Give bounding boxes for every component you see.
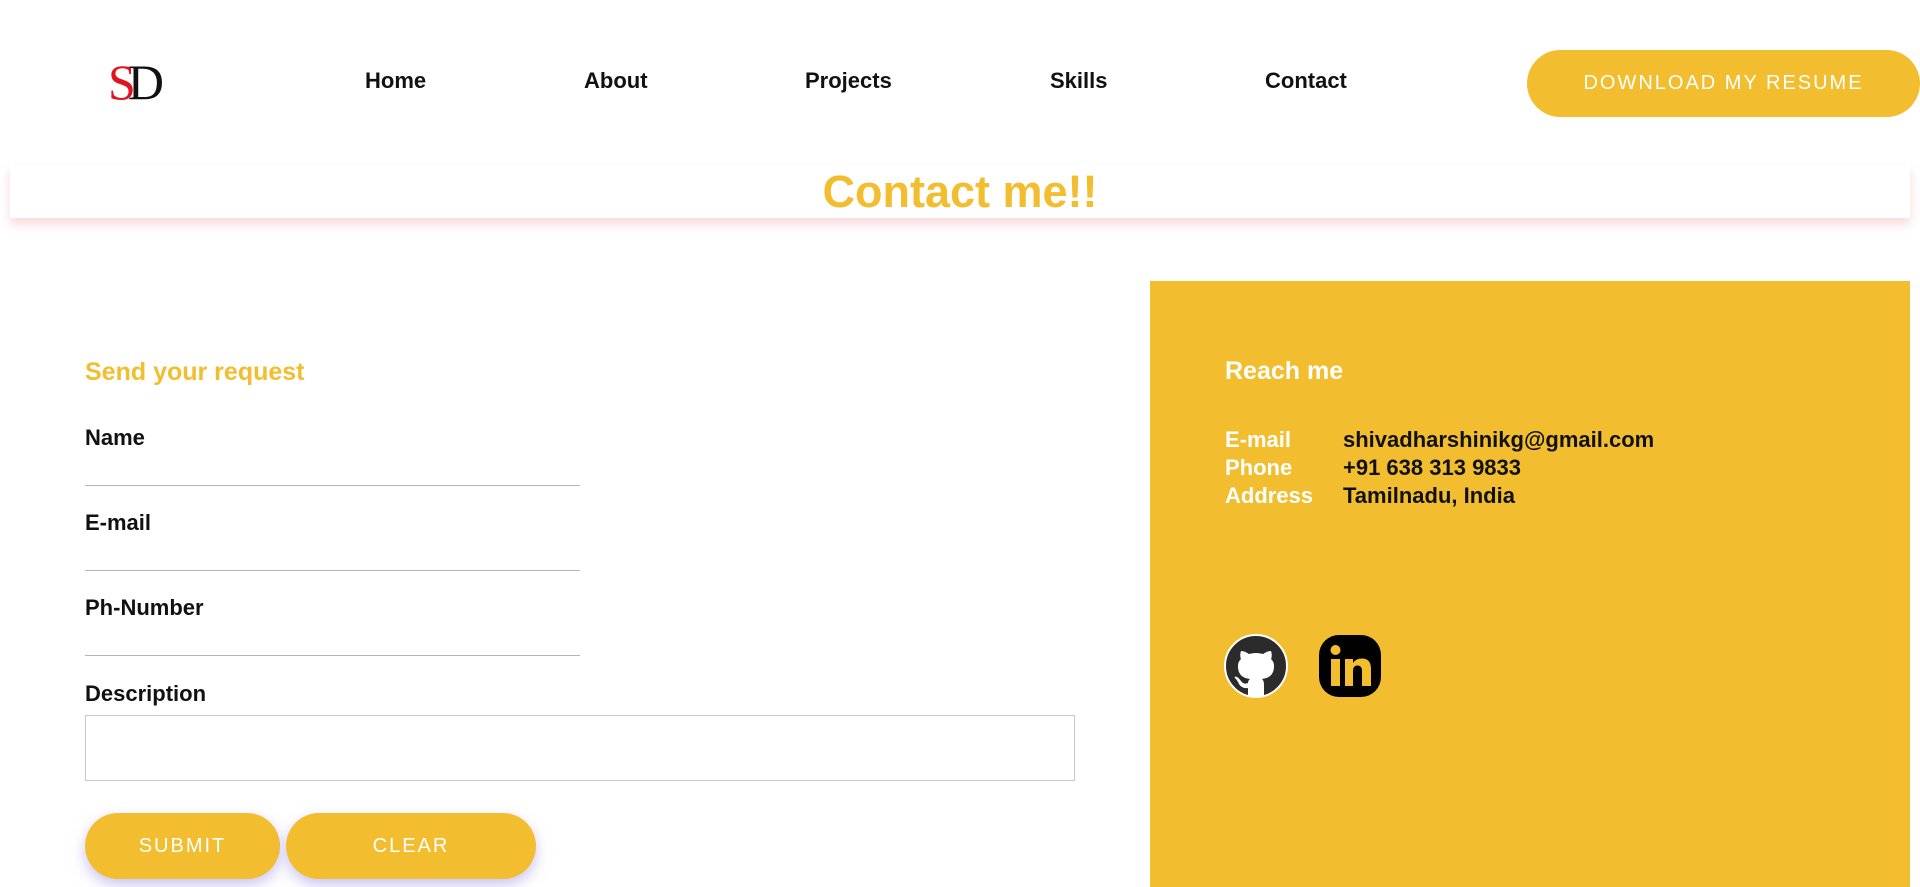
- phone-key: Phone: [1225, 455, 1293, 480]
- name-label: Name: [85, 425, 145, 450]
- description-label: Description: [85, 681, 207, 706]
- nav-home[interactable]: Home: [365, 68, 426, 94]
- email-label: E-mail: [85, 510, 152, 535]
- submit-button[interactable]: SUBMIT: [85, 813, 280, 879]
- nav-contact[interactable]: Contact: [1265, 68, 1347, 94]
- reach-me-panel: Reach me E-mail shivadharshinikg@gmail.c…: [1150, 281, 1910, 887]
- site-header: SD Home About Projects Skills Contact DO…: [0, 0, 1920, 165]
- nav-about[interactable]: About: [584, 68, 648, 94]
- info-row-address: Address Tamilnadu, India: [1225, 482, 1654, 510]
- phone-value: +91 638 313 9833: [1343, 455, 1522, 480]
- form-heading: Send your request: [85, 358, 305, 386]
- clear-button[interactable]: CLEAR: [286, 813, 536, 879]
- info-row-email: E-mail shivadharshinikg@gmail.com: [1225, 426, 1654, 454]
- contact-info-table: E-mail shivadharshinikg@gmail.com Phone …: [1225, 426, 1654, 510]
- github-icon[interactable]: [1224, 634, 1288, 698]
- phone-label: Ph-Number: [85, 595, 204, 620]
- name-input[interactable]: [85, 457, 580, 486]
- linkedin-icon[interactable]: [1318, 634, 1382, 698]
- email-key: E-mail: [1225, 427, 1292, 452]
- reach-heading: Reach me: [1225, 357, 1344, 385]
- description-textarea[interactable]: [85, 715, 1075, 781]
- email-input[interactable]: [85, 542, 580, 571]
- info-row-phone: Phone +91 638 313 9833: [1225, 454, 1654, 482]
- download-resume-button[interactable]: DOWNLOAD MY RESUME: [1527, 50, 1920, 117]
- email-value: shivadharshinikg@gmail.com: [1343, 427, 1655, 452]
- address-key: Address: [1225, 483, 1314, 508]
- phone-input[interactable]: [85, 627, 580, 656]
- nav-projects[interactable]: Projects: [805, 68, 892, 94]
- page-title: Contact me!!: [822, 166, 1098, 217]
- title-bar: Contact me!!: [10, 165, 1910, 218]
- address-value: Tamilnadu, India: [1343, 483, 1515, 508]
- nav-skills[interactable]: Skills: [1050, 68, 1107, 94]
